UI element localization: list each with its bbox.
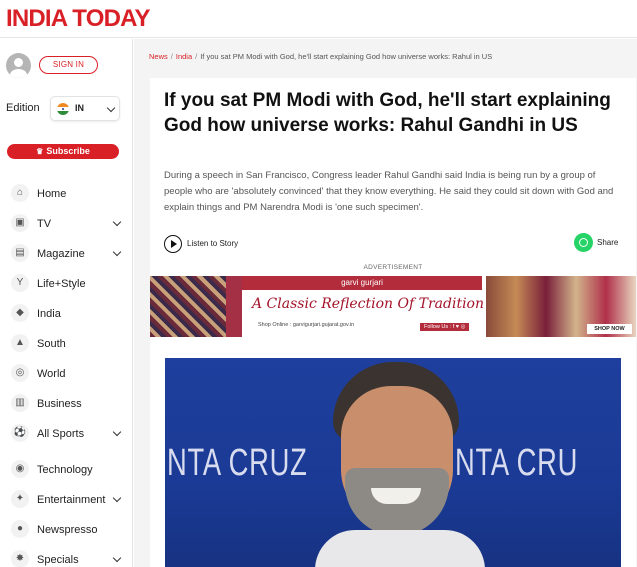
sidebar-item-life-style[interactable]: Y Life+Style <box>0 269 133 299</box>
specials-icon: ✸ <box>11 550 29 567</box>
coffee-icon: ● <box>11 520 29 538</box>
subscribe-button[interactable]: ♛ Subscribe <box>7 144 119 159</box>
ad-pattern-image <box>150 276 226 337</box>
sidebar-item-label: Life+Style <box>37 278 86 290</box>
technology-icon: ◉ <box>11 460 29 478</box>
breadcrumb-link-news[interactable]: News <box>149 52 168 61</box>
sidebar-item-tv[interactable]: ▣ TV <box>0 209 133 239</box>
sidebar-item-all-sports[interactable]: ⚽ All Sports <box>0 419 133 449</box>
ad-follow-text: Follow Us : f ♥ ◎ <box>420 323 470 331</box>
chart-icon: ▥ <box>11 394 29 412</box>
live-tv-icon: ▣ <box>11 214 29 232</box>
sports-icon: ⚽ <box>11 424 29 442</box>
photo-backdrop-text-left: NTA CRUZ <box>167 442 308 484</box>
subscribe-label: Subscribe <box>46 146 90 156</box>
chevron-down-icon[interactable] <box>112 217 122 227</box>
india-flag-icon <box>57 103 69 115</box>
ad-shop-now-button[interactable]: SHOP NOW <box>587 324 632 334</box>
sidebar-item-magazine[interactable]: ▤ Magazine <box>0 239 133 269</box>
sidebar-item-label: Entertainment <box>37 494 106 506</box>
chevron-down-icon[interactable] <box>112 427 122 437</box>
globe-icon: ◎ <box>11 364 29 382</box>
article-summary: During a speech in San Francisco, Congre… <box>164 170 614 213</box>
advertisement-banner[interactable]: garvi gurjari A Classic Reflection Of Tr… <box>150 276 636 337</box>
sidebar-item-specials[interactable]: ✸ Specials <box>0 545 133 567</box>
sidebar-item-home[interactable]: ⌂ Home <box>0 179 133 209</box>
listen-label: Listen to Story <box>187 239 239 248</box>
sidebar-item-label: TV <box>37 218 52 230</box>
magazine-icon: ▤ <box>11 244 29 262</box>
chevron-down-icon[interactable] <box>112 247 122 257</box>
photo-backdrop-text-right: NTA CRU <box>455 442 579 484</box>
sidebar-item-world[interactable]: ◎ World <box>0 359 133 389</box>
sidebar-item-label: Newspresso <box>37 524 98 536</box>
sidebar-item-label: World <box>37 368 66 380</box>
sign-in-button[interactable]: SIGN IN <box>39 56 98 74</box>
user-avatar-icon[interactable] <box>6 53 31 78</box>
sidebar-item-label: South <box>37 338 66 350</box>
home-icon: ⌂ <box>11 184 29 202</box>
sidebar-item-label: All Sports <box>37 428 85 440</box>
main-content: News / India / If you sat PM Modi with God, … <box>134 39 637 567</box>
sidebar-item-label: Technology <box>37 464 93 476</box>
sidebar-item-south[interactable]: ▲ South <box>0 329 133 359</box>
crown-icon: ♛ <box>36 147 44 156</box>
whatsapp-icon <box>574 233 593 252</box>
advertisement-label: ADVERTISEMENT <box>363 264 423 271</box>
ad-brand: garvi gurjari <box>242 276 482 290</box>
article-photo: NTA CRUZ NTA CRU <box>165 358 621 567</box>
chevron-down-icon[interactable] <box>112 493 122 503</box>
cocktail-icon: Y <box>11 274 29 292</box>
breadcrumb-link-india[interactable]: India <box>176 52 192 61</box>
share-button[interactable]: Share <box>574 233 626 253</box>
ad-tagline: A Classic Reflection Of Tradition <box>252 296 484 312</box>
sidebar-item-label: India <box>37 308 61 320</box>
edition-code: IN <box>75 103 84 113</box>
sidebar-item-entertainment[interactable]: ✦ Entertainment <box>0 485 133 515</box>
sidebar-item-business[interactable]: ▥ Business <box>0 389 133 419</box>
sidebar-item-label: Specials <box>37 554 79 566</box>
play-icon <box>164 235 182 253</box>
share-label: Share <box>597 238 619 247</box>
site-header: INDIA TODAY <box>0 0 637 38</box>
sidebar-item-technology[interactable]: ◉ Technology <box>0 455 133 485</box>
article-headline: If you sat PM Modi with God, he'll start… <box>164 90 611 136</box>
entertainment-icon: ✦ <box>11 490 29 508</box>
ad-shop-text: Shop Online : garvigurjari.gujarat.gov.i… <box>258 322 355 328</box>
site-logo[interactable]: INDIA TODAY <box>6 4 150 34</box>
sidebar-item-label: Business <box>37 398 82 410</box>
india-icon: ◆ <box>11 304 29 322</box>
sidebar-item-newspresso[interactable]: ● Newspresso <box>0 515 133 545</box>
chevron-down-icon[interactable] <box>112 553 122 563</box>
sidebar-item-india[interactable]: ◆ India <box>0 299 133 329</box>
sidebar: SIGN IN Edition IN ♛ Subscribe ⌂ Home ▣ TV ▤ M… <box>0 39 133 567</box>
sidebar-item-label: Magazine <box>37 248 85 260</box>
breadcrumb: News / India / If you sat PM Modi with God, … <box>149 52 493 61</box>
sidebar-item-label: Home <box>37 188 67 200</box>
article-image-card: NTA CRUZ NTA CRU <box>150 344 636 567</box>
edition-label: Edition <box>6 102 40 114</box>
breadcrumb-current: If you sat PM Modi with God, he'll start… <box>200 52 493 61</box>
edition-select[interactable]: IN <box>50 96 120 121</box>
chevron-down-icon <box>106 103 116 113</box>
temple-icon: ▲ <box>11 334 29 352</box>
